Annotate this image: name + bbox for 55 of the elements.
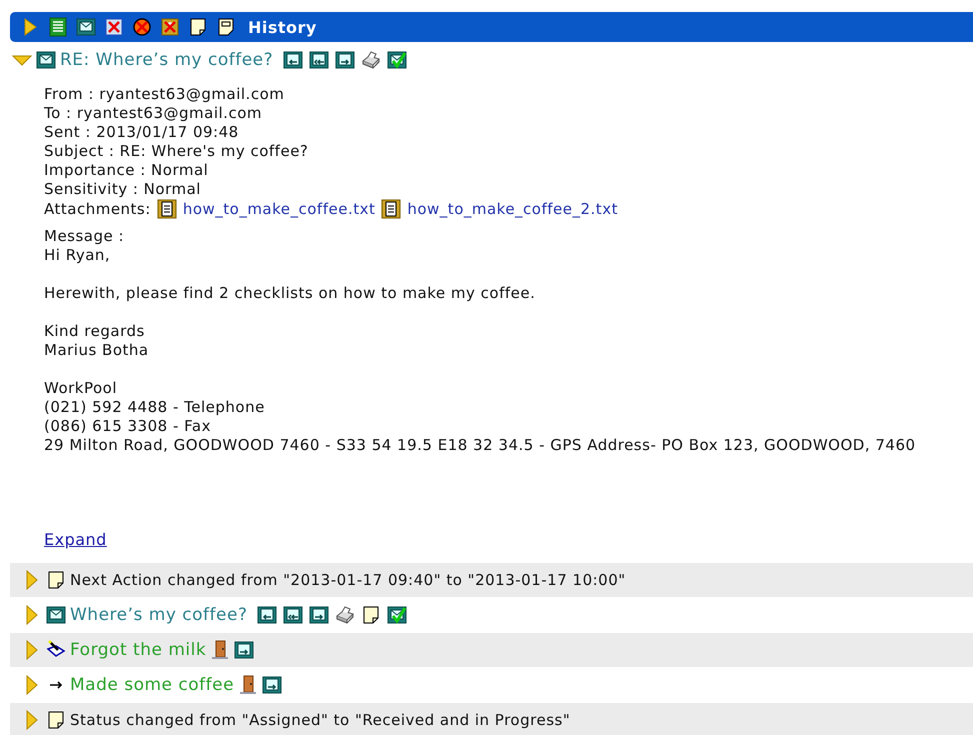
header-field: Sent : 2013/01/17 09:48 — [44, 123, 973, 142]
toolbar-title: History — [248, 18, 317, 36]
list-icon[interactable] — [48, 17, 68, 37]
message-line: WorkPool — [44, 379, 118, 398]
forward-icon[interactable] — [309, 605, 330, 625]
mail-icon — [36, 50, 56, 70]
printer-icon[interactable] — [361, 50, 382, 70]
door-icon — [238, 675, 258, 695]
mail-icon[interactable] — [76, 17, 96, 37]
message-line: Hi Ryan, — [44, 246, 112, 265]
message-line: Herewith, please find 2 checklists on how to make my coffee. — [44, 284, 536, 303]
header-field: Importance : Normal — [44, 161, 973, 180]
attachments-label: Attachments: — [44, 200, 151, 218]
message-line: Kind regards — [44, 322, 146, 341]
entry-title: Forgot the milk — [70, 640, 206, 660]
cancel-icon[interactable] — [132, 17, 152, 37]
note-icon — [46, 710, 66, 730]
message-label: Message : — [44, 227, 126, 246]
entry-title: Status changed from "Assigned" to "Received and in Progress" — [70, 711, 570, 729]
message-line: (086) 615 3308 - Fax — [44, 417, 212, 436]
attachment-link[interactable]: how_to_make_coffee_2.txt — [407, 200, 618, 218]
door-icon — [210, 640, 230, 660]
entry-title: Made some coffee — [70, 675, 234, 695]
delete-person-icon[interactable] — [160, 17, 180, 37]
entry-title[interactable]: Where’s my coffee? — [70, 605, 248, 625]
reply-all-icon[interactable] — [309, 50, 330, 70]
mail-icon — [46, 605, 66, 625]
reply-icon[interactable] — [283, 50, 304, 70]
reply-all-icon[interactable] — [283, 605, 304, 625]
header-field: Sensitivity : Normal — [44, 180, 973, 199]
check-icon[interactable] — [387, 50, 408, 70]
entry-title[interactable]: RE: Where’s my coffee? — [60, 50, 274, 70]
header-field: From : ryantest63@gmail.com — [44, 85, 973, 104]
entry-title: Next Action changed from "2013-01-17 09:40" to "2013-01-17 10:00" — [70, 571, 626, 589]
attachment-link[interactable]: how_to_make_coffee.txt — [182, 200, 376, 218]
forward-icon[interactable] — [234, 640, 254, 660]
pencil-pad-icon — [46, 640, 66, 660]
header-field: Subject : RE: Where's my coffee? — [44, 142, 973, 161]
message-line: (021) 592 4488 - Telephone — [44, 398, 266, 417]
expand-link[interactable]: Expand — [44, 530, 107, 549]
reply-icon[interactable] — [257, 605, 278, 625]
attachment-icon — [156, 199, 177, 219]
note-icon — [46, 570, 66, 590]
note-icon[interactable] — [188, 17, 208, 37]
forward-icon[interactable] — [262, 675, 282, 695]
printer-icon[interactable] — [335, 605, 356, 625]
note-icon[interactable] — [361, 605, 382, 625]
memo-icon[interactable] — [216, 17, 236, 37]
header-field: To : ryantest63@gmail.com — [44, 104, 973, 123]
message-line: 29 Milton Road, GOODWOOD 7460 - S33 54 19.5 E18 32 34.5 - GPS Address- PO Box 123, GOODWOOD, 7460 — [44, 436, 917, 455]
delete-form-icon[interactable] — [104, 17, 124, 37]
forward-icon[interactable] — [335, 50, 356, 70]
check-icon[interactable] — [387, 605, 408, 625]
message-line: Marius Botha — [44, 341, 150, 360]
attachment-icon — [381, 199, 402, 219]
